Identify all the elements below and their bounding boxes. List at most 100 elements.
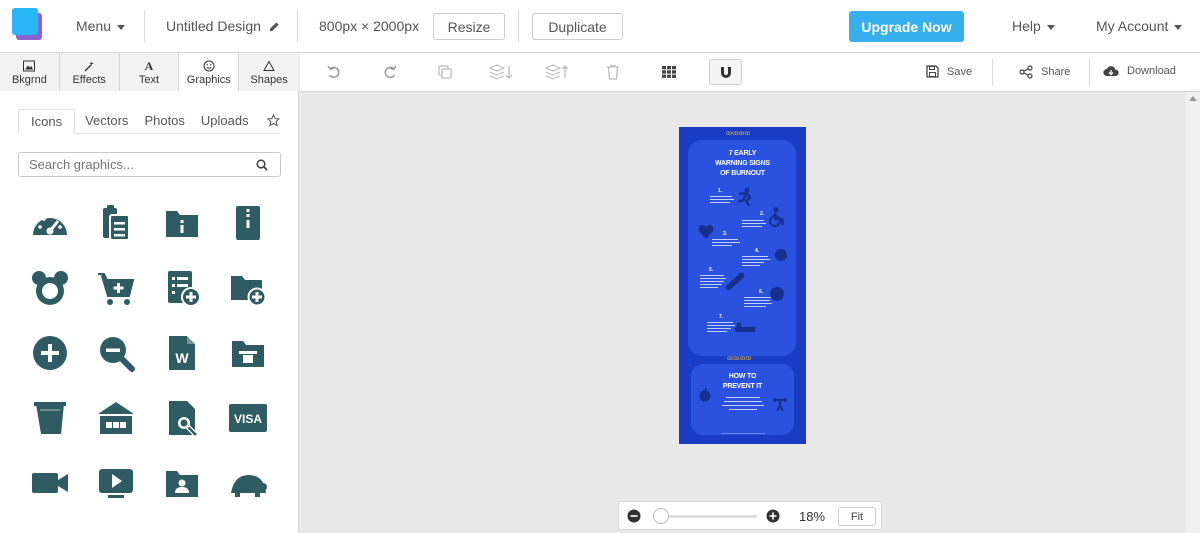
resize-button[interactable]: Resize [433,13,505,40]
folder-user-icon[interactable] [162,463,202,503]
zoom-percent: 18% [799,509,826,524]
left-panel: Bkgrnd Effects A Text Graphics Shapes Ic… [0,53,299,533]
search-icon[interactable] [255,158,269,172]
subtab-icons[interactable]: Icons [18,109,76,134]
zoom-slider-track[interactable] [657,515,757,518]
apple-icon [699,388,711,402]
tab-shapes[interactable]: Shapes [239,53,299,91]
copy-button[interactable] [433,61,457,83]
panel-tabs: Bkgrnd Effects A Text Graphics Shapes [0,53,299,91]
trash-bin-icon[interactable] [30,398,70,438]
subtab-uploads[interactable]: Uploads [195,109,255,134]
app-logo[interactable] [12,8,42,40]
step-label: 5. [709,267,714,273]
snap-toggle[interactable] [709,59,742,85]
zoom-controls: 18% Fit [618,501,882,530]
graphics-search[interactable] [18,152,281,177]
design-title[interactable]: 7 EARLY WARNING SIGNS OF BURNOUT [679,149,806,179]
face-icon [775,249,787,261]
grid-icon [662,66,676,78]
save-icon [926,65,939,78]
duplicate-button[interactable]: Duplicate [532,13,623,40]
decorative-swirl-icon: ꝏꝏꝏꝏ [727,356,752,362]
folder-info-icon[interactable] [162,203,202,243]
layers-up-icon [544,64,569,80]
svg-text:VISA: VISA [234,412,262,426]
subtab-favorites[interactable] [261,109,286,134]
search-input[interactable] [19,157,255,172]
word-file-icon[interactable]: W [162,333,202,373]
text-icon: A [144,58,154,73]
turtle-icon[interactable] [228,463,268,503]
save-button[interactable]: Save [926,65,972,78]
zoom-in-icon[interactable] [766,509,780,523]
upgrade-button[interactable]: Upgrade Now [849,11,964,42]
redo-button[interactable] [378,61,402,83]
decorative-swirl-icon: ꝏꝏꝏꝏ [726,131,751,137]
step-label: 4. [755,248,760,254]
top-bar: Menu Untitled Design 800px × 2000px Resi… [0,0,1200,53]
tab-graphics[interactable]: Graphics [179,53,240,91]
tab-effects[interactable]: Effects [59,53,120,91]
tab-background[interactable]: Bkgrnd [0,53,60,91]
redo-icon [384,65,397,79]
bring-forward-button[interactable] [542,61,572,83]
zip-file-icon[interactable] [228,203,268,243]
chevron-down-icon [1046,24,1055,30]
graphics-subtabs: Icons Vectors Photos Uploads [18,109,280,134]
delete-button[interactable] [601,61,625,83]
visa-card-icon[interactable]: VISA [228,398,268,438]
canvas-scrollbar[interactable] [1186,92,1200,533]
share-icon [1019,65,1033,79]
folder-add-icon[interactable] [228,268,268,308]
step-label: 6. [759,289,764,295]
weightlifter-icon [773,398,787,412]
subtab-vectors[interactable]: Vectors [79,109,134,134]
bed-icon [770,287,784,301]
heart-icon [698,224,714,239]
undo-button[interactable] [322,61,346,83]
zoom-slider-handle[interactable] [653,508,669,524]
help-menu[interactable]: Help [1012,18,1055,34]
layers-down-icon [488,64,513,80]
design-canvas[interactable]: ꝏꝏꝏꝏ 7 EARLY WARNING SIGNS OF BURNOUT 1.… [300,92,1186,533]
menu-button[interactable]: Menu [76,18,126,34]
file-search-icon[interactable] [162,398,202,438]
speedometer-icon[interactable] [30,203,70,243]
add-to-cart-icon[interactable] [96,268,136,308]
editor-toolbar: Save Share Download [300,53,1200,92]
mouse-ears-icon[interactable] [30,268,70,308]
video-camera-icon[interactable] [30,463,70,503]
grid-button[interactable] [657,61,681,83]
zoom-out-icon[interactable] [96,333,136,373]
video-play-icon[interactable] [96,463,136,503]
clipboard-icon[interactable] [96,203,136,243]
download-button[interactable]: Download [1103,65,1176,77]
warehouse-icon[interactable] [96,398,136,438]
account-menu[interactable]: My Account [1096,18,1183,34]
star-icon [266,113,280,127]
pencil-icon [269,22,279,32]
fit-button[interactable]: Fit [838,507,876,526]
infographic-design[interactable]: ꝏꝏꝏꝏ 7 EARLY WARNING SIGNS OF BURNOUT 1.… [679,127,806,444]
list-add-icon[interactable] [162,268,202,308]
plus-circle-icon[interactable] [30,333,70,373]
send-backward-button[interactable] [486,61,516,83]
undo-icon [327,65,340,79]
document-title[interactable]: Untitled Design [166,18,280,34]
step-label: 7. [719,314,724,320]
triangle-icon [263,59,275,71]
chevron-down-icon [1174,24,1183,30]
folder-open-icon[interactable] [228,333,268,373]
tab-text[interactable]: A Text [119,53,180,91]
subtab-photos[interactable]: Photos [138,109,190,134]
wand-icon [84,60,95,71]
smiley-icon [203,60,215,71]
step-label: 3. [723,231,728,237]
chevron-down-icon [117,24,126,30]
step-label: 2. [760,211,765,217]
scroll-up-icon[interactable] [1189,96,1197,101]
share-button[interactable]: Share [1019,65,1070,79]
pill-icon [725,272,745,290]
zoom-out-icon[interactable] [627,509,641,523]
